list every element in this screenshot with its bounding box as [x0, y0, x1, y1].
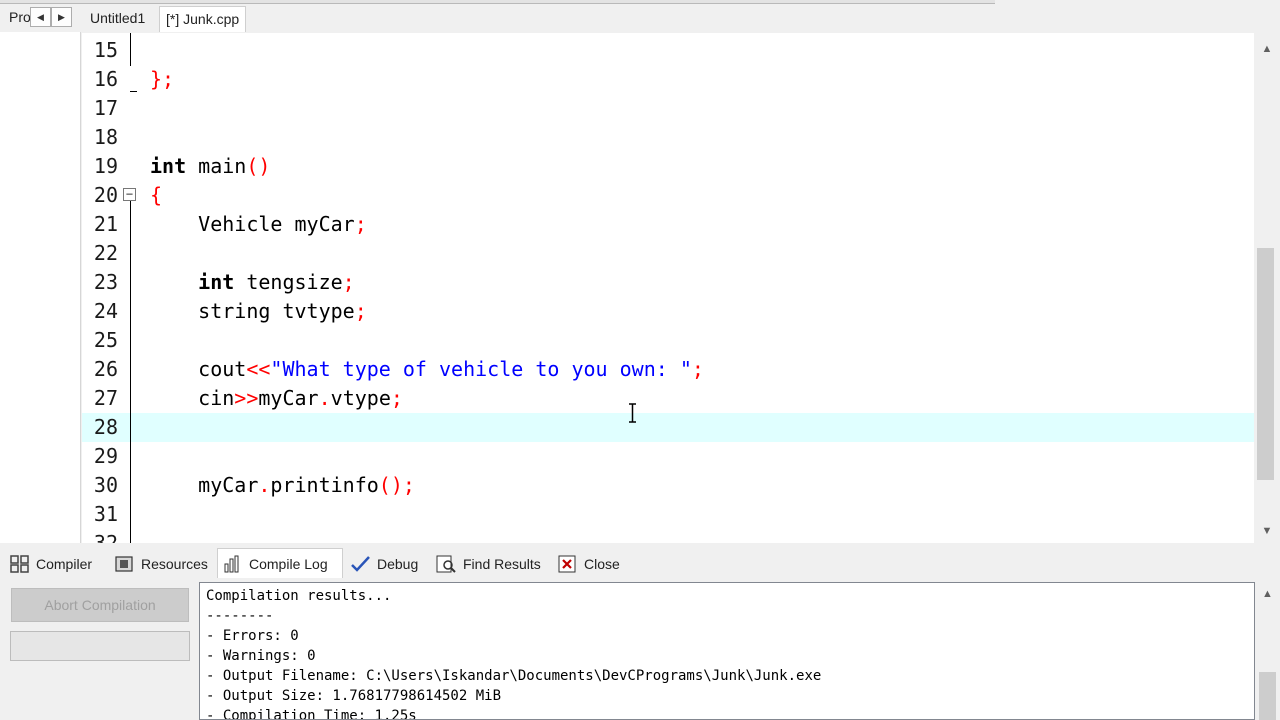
log-line: Compilation results... — [206, 588, 392, 604]
line-number: 22 — [93, 241, 118, 265]
window-top-border — [0, 0, 995, 4]
code-line[interactable]: 25 — [82, 326, 1254, 355]
line-number: 24 — [93, 299, 118, 323]
tab-label: Close — [584, 556, 620, 572]
code-editor[interactable]: 15 16}; 17 18 19 int main() 20{21 Vehicle myCa… — [82, 33, 1254, 543]
code-line[interactable]: 27 cin>>myCar.vtype; — [82, 384, 1254, 413]
project-browser-panel — [0, 32, 81, 543]
code-text[interactable]: cout<<"What type of vehicle to you own: … — [150, 355, 704, 384]
line-number: 15 — [93, 38, 118, 62]
scroll-up-icon[interactable]: ▲ — [1254, 39, 1280, 59]
code-line[interactable]: 24 string tvtype; — [82, 297, 1254, 326]
tab-resources[interactable]: Resources — [110, 550, 216, 578]
tab-junk-cpp[interactable]: [*] Junk.cpp — [159, 6, 247, 32]
log-line: - Output Size: 1.76817798614502 MiB — [206, 688, 502, 704]
line-number: 20 — [93, 183, 118, 207]
scrollbar-thumb[interactable] — [1259, 672, 1276, 720]
code-text[interactable]: string tvtype; — [150, 297, 367, 326]
log-line: - Output Filename: C:\Users\Iskandar\Doc… — [206, 668, 822, 684]
tab-label: Compile Log — [249, 555, 328, 572]
abort-compilation-button[interactable]: Abort Compilation — [11, 588, 189, 622]
code-line[interactable]: 29 — [82, 442, 1254, 471]
line-number: 25 — [93, 328, 118, 352]
search-icon — [436, 555, 456, 573]
code-line[interactable]: 15 — [82, 36, 1254, 65]
fold-collapse-icon[interactable]: − — [123, 188, 136, 201]
compilation-progress-bar — [10, 631, 190, 661]
code-line[interactable]: 31 — [82, 500, 1254, 529]
code-line[interactable]: 19 int main() — [82, 152, 1254, 181]
tab-untitled1[interactable]: Untitled1 — [84, 6, 151, 32]
text-cursor-icon — [629, 403, 636, 423]
code-line[interactable]: 21 Vehicle myCar; — [82, 210, 1254, 239]
log-line: - Warnings: 0 — [206, 648, 316, 664]
code-line[interactable]: 32 — [82, 529, 1254, 543]
log-line: -------- — [206, 608, 274, 624]
tab-label: Resources — [141, 556, 208, 572]
project-panel-tab[interactable]: Pro — [0, 4, 30, 30]
line-number: 18 — [93, 125, 118, 149]
code-line[interactable]: 22 — [82, 239, 1254, 268]
tab-label: Find Results — [463, 556, 541, 572]
line-number: 28 — [93, 415, 118, 439]
code-line[interactable]: 18 — [82, 123, 1254, 152]
chevron-right-icon: ▶ — [58, 12, 65, 22]
tab-label: Compiler — [36, 556, 93, 572]
tab-scroll-right-button[interactable]: ▶ — [51, 7, 72, 27]
line-number: 32 — [93, 531, 118, 543]
line-number: 17 — [93, 96, 118, 120]
fold-guide-end — [130, 91, 137, 92]
tab-scroll-left-button[interactable]: ◀ — [30, 7, 51, 27]
line-number: 19 — [93, 154, 118, 178]
check-icon — [351, 556, 370, 572]
bottom-panel-tabs: Compiler Resources Compile Log Debug Fin… — [0, 548, 1280, 578]
line-number: 23 — [93, 270, 118, 294]
line-number: 26 — [93, 357, 118, 381]
fold-guide-line — [130, 33, 131, 66]
editor-vertical-scrollbar[interactable]: ▲ ▼ — [1254, 33, 1280, 543]
code-text[interactable]: int main() — [150, 152, 270, 181]
tab-debug[interactable]: Debug — [346, 550, 428, 578]
log-vertical-scrollbar[interactable]: ▲ — [1255, 582, 1280, 720]
log-line: - Compilation Time: 1.25s — [206, 708, 417, 720]
compile-log-output[interactable]: Compilation results... -------- - Errors: … — [199, 582, 1255, 720]
code-line[interactable]: 16}; — [82, 65, 1254, 94]
resources-icon — [115, 556, 133, 572]
tab-label: Debug — [377, 556, 419, 572]
scroll-down-icon[interactable]: ▼ — [1254, 521, 1280, 541]
code-text[interactable]: cin>>myCar.vtype; — [150, 384, 403, 413]
line-number: 27 — [93, 386, 118, 410]
line-number: 21 — [93, 212, 118, 236]
line-number: 30 — [93, 473, 118, 497]
bar-chart-icon — [224, 555, 239, 572]
grid-icon — [10, 555, 29, 573]
code-line[interactable]: 28 — [82, 413, 1254, 442]
tab-compiler[interactable]: Compiler — [5, 550, 109, 578]
code-text[interactable]: myCar.printinfo(); — [150, 471, 415, 500]
code-line[interactable]: 30 myCar.printinfo(); — [82, 471, 1254, 500]
chevron-left-icon: ◀ — [37, 12, 44, 22]
tab-compile-log[interactable]: Compile Log — [217, 548, 343, 578]
fold-guide-line — [130, 201, 131, 543]
code-text[interactable]: int tengsize; — [150, 268, 355, 297]
tab-close[interactable]: Close — [553, 550, 627, 578]
code-line[interactable]: 26 cout<<"What type of vehicle to you ow… — [82, 355, 1254, 384]
code-line[interactable]: 20 { — [82, 181, 1254, 210]
line-number: 29 — [93, 444, 118, 468]
code-text[interactable]: }; — [150, 65, 174, 94]
line-number: 31 — [93, 502, 118, 526]
code-text[interactable]: Vehicle myCar; — [150, 210, 367, 239]
close-icon — [558, 555, 576, 573]
scroll-up-icon[interactable]: ▲ — [1255, 584, 1280, 604]
log-line: - Errors: 0 — [206, 628, 299, 644]
line-number: 16 — [93, 67, 118, 91]
tab-find-results[interactable]: Find Results — [432, 550, 552, 578]
code-line[interactable]: 17 — [82, 94, 1254, 123]
code-text[interactable]: { — [150, 181, 162, 210]
code-line[interactable]: 23 int tengsize; — [82, 268, 1254, 297]
scrollbar-thumb[interactable] — [1257, 248, 1274, 480]
